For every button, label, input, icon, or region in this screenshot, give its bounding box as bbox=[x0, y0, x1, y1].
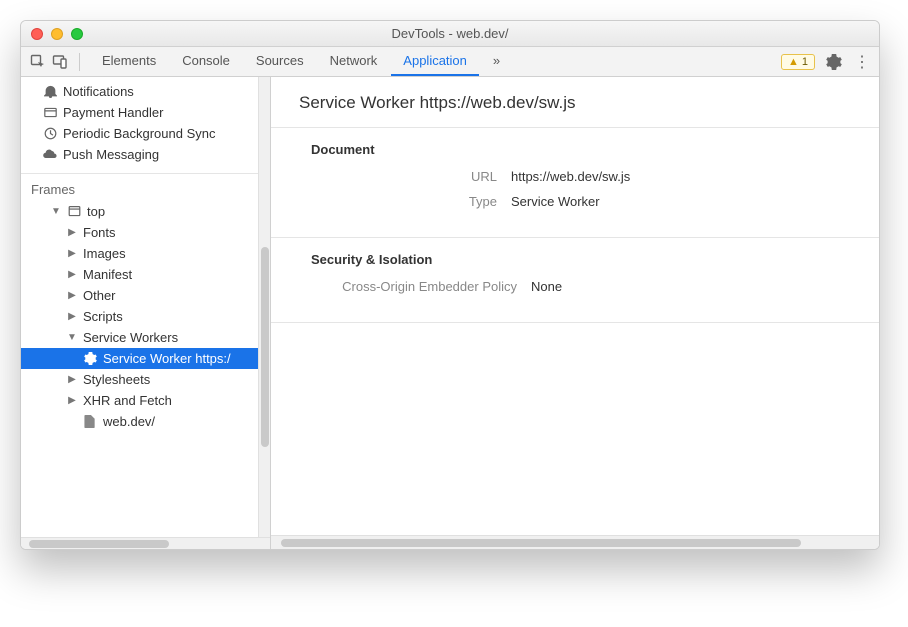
chevron-right-icon: ▶ bbox=[67, 395, 77, 406]
window-title: DevTools - web.dev/ bbox=[21, 26, 879, 41]
sidebar-item-periodic-sync[interactable]: Periodic Background Sync bbox=[21, 123, 270, 144]
tree-xhr-fetch[interactable]: ▶XHR and Fetch bbox=[21, 390, 270, 411]
gear-icon bbox=[83, 352, 97, 366]
tree-scripts[interactable]: ▶Scripts bbox=[21, 306, 270, 327]
document-panel: Document URL https://web.dev/sw.js Type … bbox=[271, 128, 879, 238]
type-key: Type bbox=[311, 194, 511, 209]
coep-value: None bbox=[531, 279, 562, 294]
chevron-right-icon: ▶ bbox=[67, 227, 77, 238]
sidebar-item-payment-handler[interactable]: Payment Handler bbox=[21, 102, 270, 123]
sidebar-label: Payment Handler bbox=[63, 105, 163, 120]
frame-top[interactable]: ▼ top bbox=[21, 201, 270, 222]
tab-console[interactable]: Console bbox=[170, 47, 242, 76]
cloud-icon bbox=[43, 148, 57, 162]
panel-tabs: Elements Console Sources Network Applica… bbox=[90, 47, 512, 76]
chevron-right-icon: ▶ bbox=[67, 290, 77, 301]
sidebar-item-push-messaging[interactable]: Push Messaging bbox=[21, 144, 270, 165]
main-title: Service Worker https://web.dev/sw.js bbox=[271, 77, 879, 128]
card-icon bbox=[43, 106, 57, 120]
type-value: Service Worker bbox=[511, 194, 600, 209]
tree-stylesheets[interactable]: ▶Stylesheets bbox=[21, 369, 270, 390]
chevron-right-icon: ▶ bbox=[67, 374, 77, 385]
tree-other[interactable]: ▶Other bbox=[21, 285, 270, 306]
sidebar-horizontal-scrollbar[interactable] bbox=[21, 537, 270, 549]
window-icon bbox=[67, 205, 81, 219]
main-panel: Service Worker https://web.dev/sw.js Doc… bbox=[271, 77, 879, 549]
sidebar-label: Notifications bbox=[63, 84, 134, 99]
document-icon bbox=[83, 415, 97, 429]
chevron-right-icon: ▶ bbox=[67, 248, 77, 259]
tree-service-worker-selected[interactable]: Service Worker https:/ bbox=[21, 348, 270, 369]
security-heading: Security & Isolation bbox=[311, 252, 859, 267]
device-toggle-icon[interactable] bbox=[51, 53, 69, 71]
chevron-down-icon: ▼ bbox=[51, 206, 61, 217]
sidebar-vertical-scrollbar[interactable] bbox=[258, 77, 270, 537]
settings-icon[interactable] bbox=[825, 53, 843, 71]
devtools-window: DevTools - web.dev/ Elements Console Sou… bbox=[20, 20, 880, 550]
tree-label: Service Worker https:/ bbox=[103, 351, 231, 366]
document-heading: Document bbox=[311, 142, 859, 157]
sidebar-label: Push Messaging bbox=[63, 147, 159, 162]
tab-elements[interactable]: Elements bbox=[90, 47, 168, 76]
url-value: https://web.dev/sw.js bbox=[511, 169, 630, 184]
warning-count: 1 bbox=[802, 56, 808, 68]
frames-section-title: Frames bbox=[21, 178, 270, 201]
tab-more[interactable]: » bbox=[481, 47, 512, 76]
tab-network[interactable]: Network bbox=[318, 47, 390, 76]
tree-manifest[interactable]: ▶Manifest bbox=[21, 264, 270, 285]
devtools-toolbar: Elements Console Sources Network Applica… bbox=[21, 47, 879, 77]
sidebar-label: Periodic Background Sync bbox=[63, 126, 215, 141]
coep-key: Cross-Origin Embedder Policy bbox=[311, 279, 531, 294]
chevron-down-icon: ▼ bbox=[67, 332, 77, 343]
url-key: URL bbox=[311, 169, 511, 184]
tree-leaf-webdev[interactable]: web.dev/ bbox=[21, 411, 270, 432]
chevron-right-icon: ▶ bbox=[67, 311, 77, 322]
inspect-icon[interactable] bbox=[29, 53, 47, 71]
bell-icon bbox=[43, 85, 57, 99]
tree-images[interactable]: ▶Images bbox=[21, 243, 270, 264]
titlebar: DevTools - web.dev/ bbox=[21, 21, 879, 47]
chevron-right-icon: ▶ bbox=[67, 269, 77, 280]
tab-sources[interactable]: Sources bbox=[244, 47, 316, 76]
warnings-badge[interactable]: ▲ 1 bbox=[781, 54, 815, 70]
clock-icon bbox=[43, 127, 57, 141]
sidebar: Notifications Payment Handler Periodic B… bbox=[21, 77, 271, 549]
security-panel: Security & Isolation Cross-Origin Embedd… bbox=[271, 238, 879, 323]
tree-label: web.dev/ bbox=[103, 414, 155, 429]
tree-fonts[interactable]: ▶Fonts bbox=[21, 222, 270, 243]
kebab-menu-icon[interactable]: ⋮ bbox=[853, 53, 871, 71]
tab-application[interactable]: Application bbox=[391, 47, 479, 76]
tree-service-workers[interactable]: ▼Service Workers bbox=[21, 327, 270, 348]
sidebar-item-notifications[interactable]: Notifications bbox=[21, 81, 270, 102]
frame-label: top bbox=[87, 204, 105, 219]
warning-icon: ▲ bbox=[788, 56, 799, 68]
main-horizontal-scrollbar[interactable] bbox=[271, 535, 879, 549]
